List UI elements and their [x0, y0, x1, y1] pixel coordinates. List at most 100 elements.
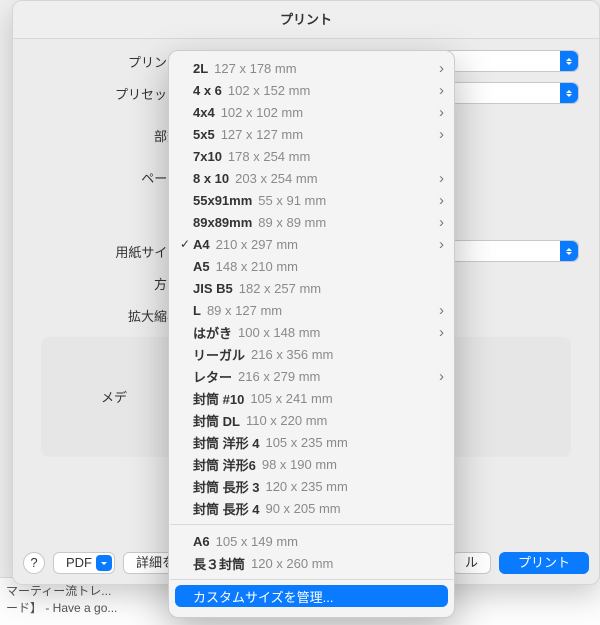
- menu-item[interactable]: 封筒 洋形 4 105 x 235 mm: [169, 431, 454, 453]
- menu-item[interactable]: 封筒 長形 3120 x 235 mm: [169, 475, 454, 497]
- menu-item-dims: 89 x 127 mm: [207, 303, 282, 318]
- menu-item[interactable]: はがき 100 x 148 mm ›: [169, 321, 454, 343]
- label-orientation: 方向: [33, 274, 188, 293]
- chevron-right-icon: ›: [439, 193, 444, 208]
- chevron-right-icon: ›: [439, 303, 444, 318]
- menu-item-dims: 216 x 356 mm: [251, 347, 333, 362]
- menu-group-2: A6 105 x 149 mm 長３封筒 120 x 260 mm: [169, 530, 454, 574]
- menu-item[interactable]: 8 x 10 203 x 254 mm ›: [169, 167, 454, 189]
- menu-item-name: 長３封筒: [193, 554, 245, 573]
- menu-item-dims: 105 x 235 mm: [265, 435, 347, 450]
- menu-item-name: はがき: [193, 323, 232, 342]
- menu-item-dims: 98 x 190 mm: [262, 457, 337, 472]
- chevron-right-icon: ›: [439, 105, 444, 120]
- menu-item[interactable]: 封筒 洋形6 98 x 190 mm: [169, 453, 454, 475]
- menu-item-name: JIS B5: [193, 281, 233, 296]
- menu-item-name: 7x10: [193, 149, 222, 164]
- menu-item-dims: 127 x 178 mm: [214, 61, 296, 76]
- menu-item-dims: 105 x 241 mm: [250, 391, 332, 406]
- chevron-down-icon: [96, 555, 112, 571]
- menu-item[interactable]: 封筒 DL110 x 220 mm: [169, 409, 454, 431]
- paper-size-menu: 2L127 x 178 mm›4 x 6102 x 152 mm›4x4102 …: [168, 50, 455, 618]
- chevron-right-icon: ›: [439, 237, 444, 252]
- menu-item[interactable]: A5 148 x 210 mm: [169, 255, 454, 277]
- menu-item-name: 55x91mm: [193, 193, 252, 208]
- menu-item[interactable]: 5x5 127 x 127 mm ›: [169, 123, 454, 145]
- menu-item-name: A6: [193, 534, 210, 549]
- updown-icon: [560, 241, 578, 261]
- menu-item-name: 封筒 長形 4: [193, 499, 259, 518]
- menu-item[interactable]: 封筒 長形 4 90 x 205 mm: [169, 497, 454, 519]
- menu-item[interactable]: 長３封筒 120 x 260 mm: [169, 552, 454, 574]
- pdf-label: PDF: [66, 553, 92, 573]
- chevron-right-icon: ›: [439, 325, 444, 340]
- menu-group-1: 2L127 x 178 mm›4 x 6102 x 152 mm›4x4102 …: [169, 57, 454, 519]
- window-title: プリント: [13, 1, 599, 39]
- menu-item-dims: 90 x 205 mm: [265, 501, 340, 516]
- menu-item-dims: 203 x 254 mm: [235, 171, 317, 186]
- chevron-right-icon: ›: [439, 171, 444, 186]
- label-copies: 部数: [33, 126, 188, 145]
- menu-item[interactable]: 4x4102 x 102 mm›: [169, 101, 454, 123]
- menu-item-dims: 216 x 279 mm: [238, 369, 320, 384]
- menu-item-dims: 178 x 254 mm: [228, 149, 310, 164]
- label-paper-size: 用紙サイズ: [33, 242, 188, 261]
- menu-item[interactable]: レター 216 x 279 mm ›: [169, 365, 454, 387]
- menu-item-name: 5x5: [193, 127, 215, 142]
- menu-item-dims: 148 x 210 mm: [216, 259, 298, 274]
- menu-item-name: 89x89mm: [193, 215, 252, 230]
- menu-item-dims: 100 x 148 mm: [238, 325, 320, 340]
- chevron-right-icon: ›: [439, 369, 444, 384]
- menu-item-dims: 182 x 257 mm: [239, 281, 321, 296]
- menu-item[interactable]: 7x10 178 x 254 mm: [169, 145, 454, 167]
- menu-item-dims: 102 x 152 mm: [228, 83, 310, 98]
- menu-item-manage-custom-sizes[interactable]: カスタムサイズを管理...: [175, 585, 448, 607]
- chevron-right-icon: ›: [439, 215, 444, 230]
- menu-item[interactable]: リーガル 216 x 356 mm: [169, 343, 454, 365]
- chevron-right-icon: ›: [439, 127, 444, 142]
- chevron-right-icon: ›: [439, 83, 444, 98]
- menu-item-dims: 127 x 127 mm: [221, 127, 303, 142]
- label-printer: プリンタ: [33, 52, 188, 71]
- menu-item-name: 封筒 長形 3: [193, 477, 259, 496]
- menu-item[interactable]: 89x89mm 89 x 89 mm ›: [169, 211, 454, 233]
- label-scale: 拡大縮小: [33, 306, 188, 325]
- menu-item-dims: 110 x 220 mm: [246, 413, 327, 428]
- chevron-right-icon: ›: [439, 61, 444, 76]
- menu-item[interactable]: JIS B5 182 x 257 mm: [169, 277, 454, 299]
- menu-item-name: 封筒 洋形6: [193, 455, 256, 474]
- menu-separator: [170, 524, 453, 525]
- menu-item-name: レター: [193, 367, 232, 386]
- menu-item-name: 4x4: [193, 105, 215, 120]
- menu-item[interactable]: A6 105 x 149 mm: [169, 530, 454, 552]
- menu-item-name: A5: [193, 259, 210, 274]
- menu-item-dims: 120 x 260 mm: [251, 556, 333, 571]
- menu-item-dims: 89 x 89 mm: [258, 215, 326, 230]
- menu-item-name: リーガル: [193, 345, 245, 364]
- menu-item-dims: 55 x 91 mm: [258, 193, 326, 208]
- menu-item-name: 8 x 10: [193, 171, 229, 186]
- check-icon: ✓: [177, 237, 193, 251]
- updown-icon: [560, 51, 578, 71]
- menu-item[interactable]: 4 x 6 102 x 152 mm ›: [169, 79, 454, 101]
- menu-item-name: 2L: [193, 61, 208, 76]
- menu-item-dims: 105 x 149 mm: [216, 534, 298, 549]
- menu-item-name: L: [193, 303, 201, 318]
- menu-item-name: 4 x 6: [193, 83, 222, 98]
- menu-item[interactable]: 封筒 #10 105 x 241 mm: [169, 387, 454, 409]
- menu-item[interactable]: 2L 127 x 178 mm ›: [169, 57, 454, 79]
- updown-icon: [560, 83, 578, 103]
- menu-item[interactable]: 55x91mm 55 x 91 mm ›: [169, 189, 454, 211]
- menu-item-name: 封筒 #10: [193, 389, 244, 408]
- cancel-button[interactable]: ル: [452, 552, 491, 574]
- menu-item-dims: 210 x 297 mm: [216, 237, 298, 252]
- menu-item[interactable]: ✓A4210 x 297 mm›: [169, 233, 454, 255]
- menu-item-label: カスタムサイズを管理...: [193, 587, 333, 606]
- label-pages: ページ: [33, 168, 188, 187]
- print-button[interactable]: プリント: [499, 552, 589, 574]
- menu-item[interactable]: L 89 x 127 mm ›: [169, 299, 454, 321]
- label-preset: プリセット: [33, 84, 188, 103]
- menu-item-name: 封筒 洋形 4: [193, 433, 259, 452]
- pdf-menu-button[interactable]: PDF: [53, 552, 115, 574]
- help-button[interactable]: ?: [23, 552, 45, 574]
